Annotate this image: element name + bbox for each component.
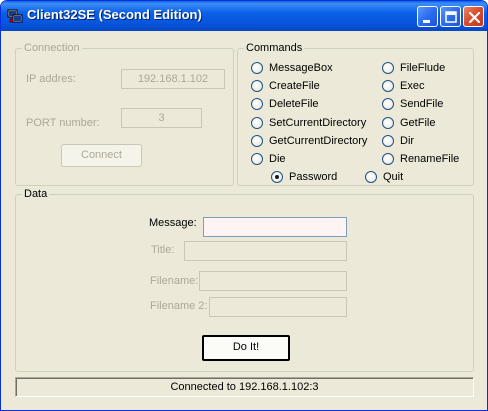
filename-label: Filename: [150, 275, 199, 287]
filename-input[interactable] [199, 271, 347, 291]
radio-circle [382, 117, 394, 129]
message-input[interactable] [203, 217, 347, 237]
radio-label: SendFile [400, 98, 444, 110]
radio-circle [382, 62, 394, 74]
radio-circle [382, 98, 394, 110]
maximize-button[interactable] [440, 6, 461, 27]
radio-label: Dir [400, 135, 415, 147]
message-label: Message: [149, 217, 197, 229]
connect-button[interactable]: Connect [61, 144, 142, 167]
status-bar: Connected to 192.168.1.102:3 [15, 377, 474, 397]
radio-label: Password [289, 171, 338, 183]
radio-label: Die [269, 153, 286, 165]
connection-group-title: Connection [22, 41, 82, 55]
radio-label: Quit [383, 171, 404, 183]
radio-label: CreateFile [269, 80, 320, 92]
radio-circle [382, 153, 394, 165]
radio-circle [251, 62, 263, 74]
radio-circle [382, 80, 394, 92]
radio-label: DeleteFile [269, 98, 319, 110]
ip-input[interactable]: 192.168.1.102 [121, 69, 225, 89]
minimize-button[interactable] [417, 6, 438, 27]
data-group-title: Data [22, 187, 50, 201]
maximize-icon [445, 11, 457, 23]
close-icon [468, 11, 481, 24]
radio-circle-checked [271, 171, 283, 183]
radio-label: MessageBox [269, 62, 333, 74]
filename2-label: Filename 2: [150, 300, 208, 312]
radio-circle [251, 98, 263, 110]
radio-circle [251, 135, 263, 147]
radio-label: SetCurrentDirectory [269, 117, 367, 129]
port-input[interactable]: 3 [121, 108, 202, 128]
commands-group-title: Commands [244, 41, 305, 55]
radio-circle [382, 135, 394, 147]
title-label: Title: [151, 244, 175, 256]
main-window: Client32SE (Second Edition) Connection I… [0, 0, 488, 411]
app-icon[interactable] [7, 8, 23, 24]
radio-circle [251, 153, 263, 165]
filename2-input[interactable] [209, 297, 347, 317]
port-label: PORT number: [26, 117, 100, 129]
radio-circle [251, 80, 263, 92]
close-button[interactable] [463, 6, 484, 27]
title-input[interactable] [184, 241, 347, 261]
minimize-icon [423, 20, 430, 23]
do-it-button[interactable]: Do It! [202, 335, 290, 361]
radio-label: GetCurrentDirectory [269, 135, 368, 147]
radio-circle [365, 171, 377, 183]
title-bar[interactable]: Client32SE (Second Edition) [1, 1, 487, 31]
radio-label: Exec [400, 80, 425, 92]
window-title: Client32SE (Second Edition) [27, 7, 202, 22]
radio-label: RenameFile [400, 153, 460, 165]
radio-label: FileFlude [400, 62, 446, 74]
ip-label: IP addres: [26, 73, 76, 85]
radio-circle [251, 117, 263, 129]
radio-label: GetFile [400, 117, 436, 129]
